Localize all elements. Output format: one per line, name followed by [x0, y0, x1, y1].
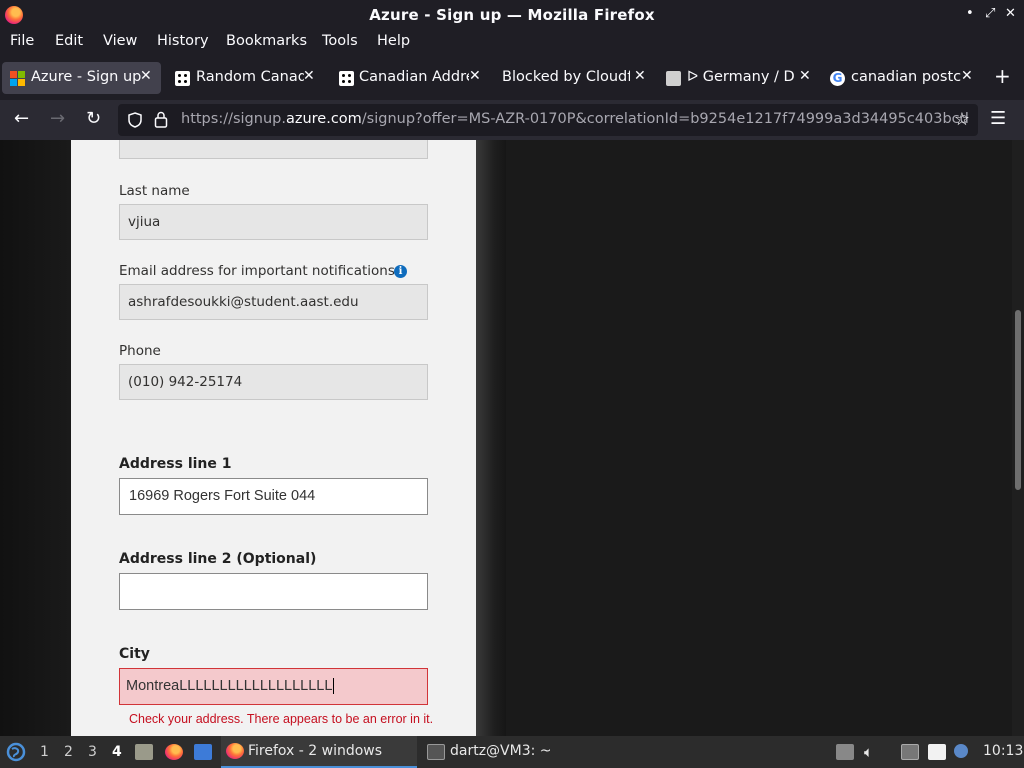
menu-help[interactable]: Help — [377, 33, 410, 49]
taskbar-firefox-label: Firefox - 2 windows — [248, 743, 383, 759]
lock-icon[interactable] — [154, 111, 168, 128]
maximize-button[interactable]: ⤢ — [985, 6, 995, 21]
forward-arrow-icon[interactable]: → — [50, 108, 65, 129]
page-content: Last name vjiua Email address for import… — [0, 140, 1024, 736]
menu-edit[interactable]: Edit — [55, 33, 83, 49]
clipboard-icon[interactable] — [928, 744, 946, 760]
tray-upload-icon[interactable] — [836, 744, 854, 760]
scrollbar-thumb[interactable] — [1015, 310, 1021, 490]
window-title: Azure - Sign up — Mozilla Firefox — [369, 6, 655, 24]
menu-history[interactable]: History — [157, 33, 209, 49]
menu-bar: File Edit View History Bookmarks Tools H… — [0, 30, 1024, 56]
tab-random-canadian[interactable]: Random Canadi ✕ — [167, 62, 323, 94]
window-title-bar: Azure - Sign up — Mozilla Firefox • ⤢ ✕ — [0, 0, 1024, 30]
close-tab-icon[interactable]: ✕ — [140, 68, 152, 84]
volume-icon[interactable]: 🔈︎ — [864, 743, 873, 761]
taskbar: 1 2 3 4 Firefox - 2 windows dartz@VM3: ~… — [0, 736, 1024, 768]
page-background-right — [506, 140, 1012, 736]
tab-canadian-address[interactable]: Canadian Addre ✕ — [331, 62, 487, 94]
shield-icon[interactable] — [128, 112, 142, 128]
address-line-1-label: Address line 1 — [119, 456, 232, 472]
reload-icon[interactable]: ↻ — [86, 108, 101, 129]
firefox-launcher-icon[interactable] — [165, 744, 183, 760]
tab-label: Random Canadi — [196, 69, 304, 85]
city-value: MontreaLLLLLLLLLLLLLLLLLLL — [126, 678, 333, 694]
google-icon: G — [830, 71, 845, 86]
file-manager-icon[interactable] — [135, 744, 153, 760]
minimize-button[interactable]: • — [966, 6, 974, 21]
app-menu-icon[interactable]: ☰ — [990, 108, 1006, 129]
tab-label: ᐅ Germany / De — [687, 69, 795, 85]
tab-blocked-by-cloudflare[interactable]: Blocked by Cloudfla ✕ — [495, 62, 651, 94]
firefox-icon — [226, 743, 244, 759]
workspace-3[interactable]: 3 — [88, 744, 97, 760]
menu-view[interactable]: View — [103, 33, 137, 49]
tab-strip: Azure - Sign up ✕ Random Canadi ✕ Canadi… — [0, 56, 1024, 100]
last-name-label: Last name — [119, 183, 190, 199]
email-field[interactable]: ashrafdesoukki@student.aast.edu — [119, 284, 428, 320]
city-error-message: Check your address. There appears to be … — [129, 712, 434, 726]
app-launcher-icon[interactable] — [194, 744, 212, 760]
city-field[interactable]: MontreaLLLLLLLLLLLLLLLLLLL — [119, 668, 428, 705]
tab-label: Azure - Sign up — [31, 69, 142, 85]
workspace-4[interactable]: 4 — [112, 744, 122, 760]
clock[interactable]: 10:13 — [983, 743, 1023, 759]
close-tab-icon[interactable]: ✕ — [634, 68, 646, 84]
start-menu-icon[interactable] — [6, 742, 26, 762]
address-line-2-label: Address line 2 (Optional) — [119, 551, 317, 567]
bookmark-star-icon[interactable]: ☆ — [954, 109, 970, 130]
taskbar-firefox-window[interactable]: Firefox - 2 windows — [221, 736, 417, 768]
keyboard-icon — [666, 71, 681, 86]
url-text[interactable]: https://signup.azure.com/signup?offer=MS… — [181, 111, 969, 127]
close-tab-icon[interactable]: ✕ — [469, 68, 481, 84]
tab-germany[interactable]: ᐅ Germany / De ✕ — [660, 62, 816, 94]
page-background-left — [0, 140, 71, 736]
menu-bookmarks[interactable]: Bookmarks — [226, 33, 307, 49]
dice-icon — [175, 71, 190, 86]
text-caret — [333, 678, 335, 695]
phone-field[interactable]: (010) 942-25174 — [119, 364, 428, 400]
terminal-icon[interactable] — [427, 744, 445, 760]
new-tab-button[interactable]: + — [994, 64, 1011, 88]
workspace-2[interactable]: 2 — [64, 744, 73, 760]
close-window-button[interactable]: ✕ — [1005, 6, 1016, 21]
phone-label: Phone — [119, 343, 161, 359]
address-line-1-field[interactable]: 16969 Rogers Fort Suite 044 — [119, 478, 428, 515]
tab-azure-sign-up[interactable]: Azure - Sign up ✕ — [2, 62, 161, 94]
back-arrow-icon[interactable]: ← — [14, 108, 29, 129]
workspace-1[interactable]: 1 — [40, 744, 49, 760]
network-icon[interactable] — [901, 744, 919, 760]
close-tab-icon[interactable]: ✕ — [799, 68, 811, 84]
tab-label: Blocked by Cloudfla — [502, 69, 630, 85]
navigation-bar: ← → ↻ https://signup.azure.com/signup?of… — [0, 100, 1024, 140]
first-name-field[interactable] — [119, 140, 428, 159]
page-background-middle — [476, 140, 506, 736]
signup-form-panel: Last name vjiua Email address for import… — [71, 140, 476, 736]
taskbar-terminal-label[interactable]: dartz@VM3: ~ — [450, 743, 552, 759]
close-tab-icon[interactable]: ✕ — [961, 68, 973, 84]
url-bar[interactable]: https://signup.azure.com/signup?offer=MS… — [118, 104, 978, 136]
info-icon[interactable]: i — [394, 265, 407, 278]
tab-canadian-postcode[interactable]: G canadian postco ✕ — [824, 62, 980, 94]
dice-icon — [339, 71, 354, 86]
city-label: City — [119, 646, 150, 662]
menu-tools[interactable]: Tools — [322, 33, 358, 49]
tab-label: canadian postco — [851, 69, 961, 85]
email-label: Email address for important notification… — [119, 263, 395, 279]
menu-file[interactable]: File — [10, 33, 34, 49]
tab-label: Canadian Addre — [359, 69, 469, 85]
address-line-2-field[interactable] — [119, 573, 428, 610]
notification-icon[interactable] — [954, 744, 968, 758]
last-name-field[interactable]: vjiua — [119, 204, 428, 240]
close-tab-icon[interactable]: ✕ — [303, 68, 315, 84]
microsoft-icon — [10, 71, 25, 86]
